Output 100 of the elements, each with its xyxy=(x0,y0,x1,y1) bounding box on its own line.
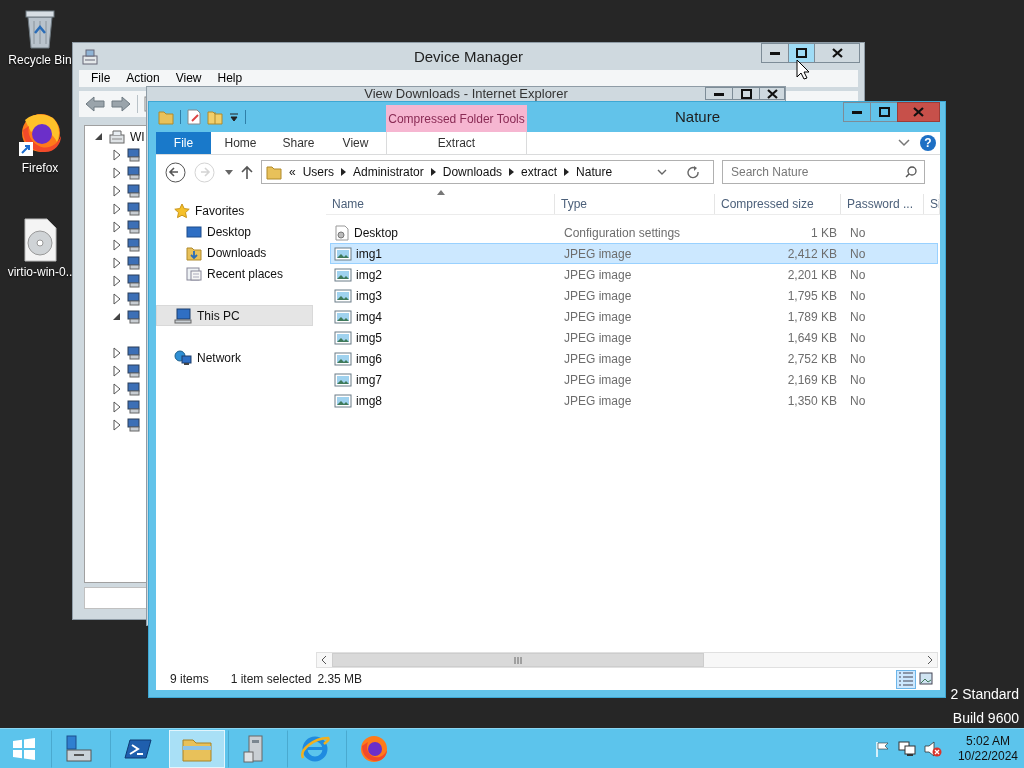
file-row[interactable]: img5 JPEG image 1,649 KB No xyxy=(330,327,938,348)
close-icon xyxy=(913,107,924,117)
icon-label[interactable]: Firefox xyxy=(21,161,59,175)
ribbon-tab[interactable]: View xyxy=(327,132,384,154)
overflow-chevron[interactable]: « xyxy=(289,165,296,179)
file-row[interactable]: img2 JPEG image 2,201 KB No xyxy=(330,264,938,285)
table-cell-text: No xyxy=(849,309,867,324)
address-bar[interactable]: « Users Administrator Downloads extract Nature xyxy=(261,160,714,184)
breadcrumb[interactable]: Nature xyxy=(576,165,613,179)
device-icon xyxy=(126,201,142,217)
table-cell-text: No xyxy=(849,393,867,408)
breadcrumb[interactable]: Downloads xyxy=(442,165,503,179)
tray-flag-button[interactable] xyxy=(873,740,890,757)
server-toolbox-icon xyxy=(64,733,94,764)
image-file-icon xyxy=(334,288,352,303)
file-name: img8 xyxy=(356,393,382,408)
file-row[interactable]: img6 JPEG image 2,752 KB No xyxy=(330,348,938,369)
downloads-folder-icon xyxy=(186,244,202,261)
file-name: img5 xyxy=(356,330,382,345)
minimize-button[interactable] xyxy=(843,102,871,122)
nav-item[interactable]: Network xyxy=(156,347,313,368)
back-button[interactable] xyxy=(165,161,186,183)
back-arrow-icon xyxy=(85,96,105,112)
file-row[interactable]: img1 JPEG image 2,412 KB No xyxy=(330,243,938,264)
column-header[interactable]: Compressed size xyxy=(715,194,841,214)
file-row[interactable]: img4 JPEG image 1,789 KB No xyxy=(330,306,938,327)
dropdown-chevron-icon xyxy=(657,168,667,176)
breadcrumb[interactable]: Administrator xyxy=(353,165,424,179)
clock[interactable]: 5:02 AM 10/22/2024 xyxy=(949,733,1018,764)
horizontal-scrollbar[interactable] xyxy=(316,652,938,668)
window-title: Device Manager xyxy=(413,47,524,66)
scroll-thumb[interactable] xyxy=(332,653,704,667)
device-icon xyxy=(126,147,142,163)
search-field[interactable]: Search Nature xyxy=(722,160,925,184)
close-button[interactable] xyxy=(759,87,785,100)
column-header[interactable]: Password ... xyxy=(841,194,924,214)
table-cell-text: JPEG image xyxy=(563,288,633,303)
nav-item[interactable]: Downloads xyxy=(156,242,313,263)
tray-network-button[interactable] xyxy=(897,740,916,757)
tray-volume-muted-button[interactable] xyxy=(923,740,942,757)
computer-device-icon xyxy=(81,48,99,66)
breadcrumb[interactable]: Users xyxy=(302,165,335,179)
speaker-muted-icon xyxy=(923,740,942,757)
file-row[interactable]: img7 JPEG image 2,169 KB No xyxy=(330,369,938,390)
file-name: img2 xyxy=(356,267,382,282)
icon-label[interactable]: Recycle Bin xyxy=(8,53,72,67)
image-file-icon xyxy=(334,330,352,345)
maximize-icon xyxy=(796,48,807,58)
tree-item-label[interactable]: WI xyxy=(130,130,145,144)
table-cell-text: 1,649 KB xyxy=(786,330,838,345)
nav-item[interactable]: Desktop xyxy=(156,221,313,242)
table-cell-text: JPEG image xyxy=(563,330,633,345)
ribbon-tab[interactable]: Home xyxy=(211,132,270,154)
menu-item[interactable]: Help xyxy=(209,71,251,86)
file-row[interactable]: Desktop Configuration settings 1 KB No xyxy=(330,222,938,243)
forward-button[interactable] xyxy=(111,96,131,112)
device-icon xyxy=(126,255,142,271)
folder-icon xyxy=(266,164,282,180)
nav-item[interactable]: Recent places xyxy=(156,263,313,284)
nav-item[interactable]: Favorites xyxy=(156,200,313,221)
edition-text: Build 9600 xyxy=(952,710,1019,726)
close-button[interactable] xyxy=(814,43,860,63)
menu-item[interactable]: File xyxy=(83,71,119,86)
help-button[interactable]: ? xyxy=(920,135,936,151)
device-icon xyxy=(126,417,142,433)
table-cell-text: No xyxy=(849,225,867,240)
breadcrumb[interactable]: extract xyxy=(521,165,558,179)
column-header[interactable]: Si xyxy=(924,194,940,214)
maximize-icon xyxy=(878,107,890,117)
table-cell-text: JPEG image xyxy=(563,393,633,408)
menu-item[interactable]: View xyxy=(167,71,210,86)
device-icon xyxy=(126,165,142,181)
column-header[interactable]: Type xyxy=(555,194,715,214)
computer-icon xyxy=(174,307,192,324)
window-title: Nature xyxy=(675,108,720,126)
image-file-icon xyxy=(334,246,352,261)
maximize-button[interactable] xyxy=(788,43,815,63)
ribbon-tab[interactable]: Share xyxy=(270,132,327,154)
device-icon xyxy=(126,381,142,397)
breadcrumb-arrow-icon xyxy=(430,168,436,176)
browser-icon xyxy=(359,733,389,764)
icon-label[interactable]: virtio-win-0.. xyxy=(7,265,73,279)
menu-item[interactable]: Action xyxy=(118,71,168,86)
device-icon xyxy=(126,363,142,379)
table-cell-text: 1,350 KB xyxy=(786,393,838,408)
table-cell-text: 2,752 KB xyxy=(786,351,838,366)
minimize-button[interactable] xyxy=(705,87,733,100)
windows-logo-icon xyxy=(12,736,36,761)
file-menu-tab[interactable]: File xyxy=(156,132,211,154)
table-cell-text: JPEG image xyxy=(563,351,633,366)
device-icon xyxy=(126,219,142,235)
back-button[interactable] xyxy=(85,96,105,112)
file-row[interactable]: img3 JPEG image 1,795 KB No xyxy=(330,285,938,306)
maximize-button[interactable] xyxy=(732,87,760,100)
nav-item[interactable]: This PC xyxy=(156,305,313,326)
table-cell-text: JPEG image xyxy=(563,246,633,261)
details-view-button[interactable] xyxy=(896,669,916,689)
table-cell-text: JPEG image xyxy=(563,372,633,387)
flag-icon xyxy=(873,740,890,757)
file-row[interactable]: img8 JPEG image 1,350 KB No xyxy=(330,390,938,411)
